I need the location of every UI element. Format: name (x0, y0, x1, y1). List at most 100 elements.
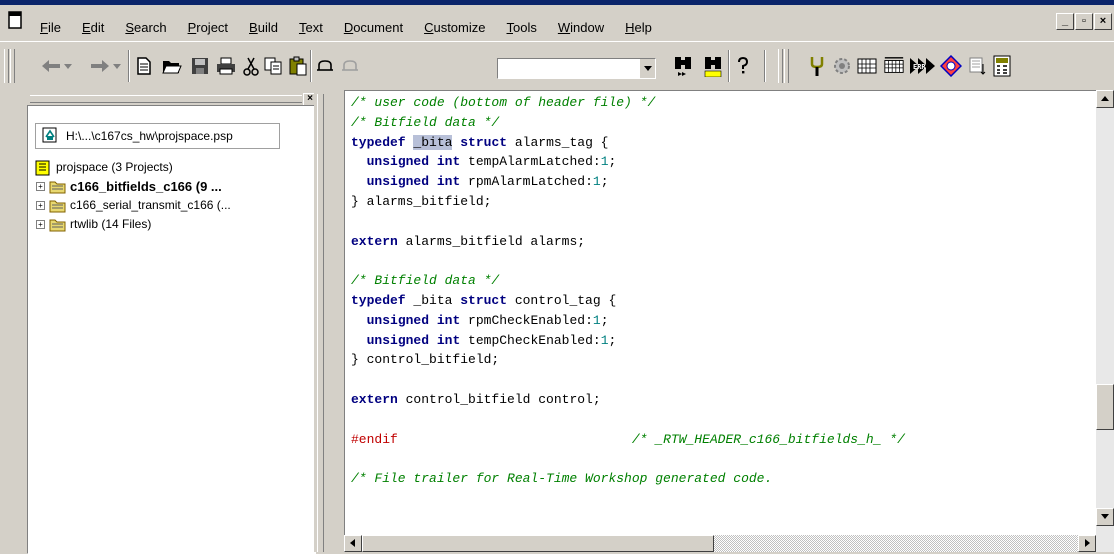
pane-grip[interactable] (30, 95, 302, 103)
scroll-left-arrow-icon[interactable] (344, 535, 362, 552)
toolbar-grip[interactable] (10, 49, 15, 83)
code-line[interactable] (351, 449, 905, 469)
menu-document[interactable]: Document (344, 20, 403, 35)
error-arrow-icon[interactable]: ERR (909, 55, 939, 77)
minimize-button[interactable]: _ (1056, 13, 1074, 30)
rebuild-grid-icon[interactable] (883, 55, 905, 77)
back-dropdown-icon[interactable] (62, 55, 74, 77)
code-line[interactable] (351, 370, 905, 390)
code-line[interactable]: typedef _bita struct alarms_tag { (351, 133, 905, 153)
print-icon[interactable] (215, 55, 237, 77)
menu-build[interactable]: Build (249, 20, 278, 35)
code-line[interactable]: /* user code (bottom of header file) */ (351, 93, 905, 113)
code-line[interactable]: } control_bitfield; (351, 350, 905, 370)
code-line[interactable]: } alarms_bitfield; (351, 192, 905, 212)
code-line[interactable]: unsigned int tempAlarmLatched:1; (351, 152, 905, 172)
close-button[interactable]: × (1094, 13, 1112, 30)
bookmark-list-icon[interactable] (966, 55, 988, 77)
menu-window[interactable]: Window (558, 20, 604, 35)
search-combo[interactable] (497, 58, 656, 79)
code-line[interactable]: unsigned int tempCheckEnabled:1; (351, 331, 905, 351)
forward-dropdown-icon[interactable] (111, 55, 123, 77)
code-line[interactable]: extern control_bitfield control; (351, 390, 905, 410)
code-editor[interactable]: /* user code (bottom of header file) *//… (344, 90, 1096, 536)
calculator-icon[interactable] (991, 55, 1013, 77)
document-icon[interactable] (8, 11, 24, 29)
code-line[interactable]: typedef _bita struct control_tag { (351, 291, 905, 311)
code-text[interactable]: /* user code (bottom of header file) *//… (351, 93, 905, 489)
redo-icon[interactable] (339, 55, 361, 77)
code-line[interactable]: #endif /* _RTW_HEADER_c166_bitfields_h_ … (351, 430, 905, 450)
new-file-icon[interactable] (133, 55, 155, 77)
menu-accelerator: H (625, 20, 635, 35)
find-replace-binoculars-icon[interactable] (702, 55, 724, 77)
vertical-scrollbar[interactable] (1096, 90, 1114, 552)
cut-scissors-icon[interactable] (240, 55, 262, 77)
menu-help[interactable]: Help (625, 20, 652, 35)
project-path-label: H:\...\c167cs_hw\projspace.psp (66, 129, 233, 143)
menu-label: dit (90, 20, 105, 35)
build-grid-icon[interactable] (856, 55, 878, 77)
menu-label: ile (47, 20, 61, 35)
toolbar-grip[interactable] (4, 49, 9, 83)
menu-text[interactable]: Text (299, 20, 323, 35)
tree-item-label: c166_serial_transmit_c166 (... (70, 198, 231, 212)
copy-icon[interactable] (262, 55, 284, 77)
project-pane: × H:\...\c167cs_hw\projspace.psp projspa… (0, 90, 331, 554)
splitter-highlight (317, 94, 318, 552)
tree-item-label: c166_bitfields_c166 (9 ... (70, 179, 222, 194)
horizontal-scrollbar[interactable] (344, 535, 1096, 552)
toolbar-separator (310, 50, 312, 82)
code-line[interactable]: /* File trailer for Real-Time Workshop g… (351, 469, 905, 489)
menu-label: ext (305, 20, 323, 35)
toolbar-grip[interactable] (784, 49, 789, 83)
menu-accelerator: E (81, 20, 91, 35)
expand-plus-icon[interactable]: + (36, 220, 45, 229)
menu-label: ools (513, 20, 537, 35)
paste-icon[interactable] (287, 55, 309, 77)
chevron-down-icon[interactable] (639, 59, 655, 78)
find-binoculars-icon[interactable] (672, 55, 694, 77)
pane-splitter[interactable] (314, 90, 344, 552)
gear-icon[interactable] (831, 55, 853, 77)
scroll-right-arrow-icon[interactable] (1078, 535, 1096, 552)
tuning-fork-icon[interactable] (806, 55, 828, 77)
scroll-down-arrow-icon[interactable] (1096, 508, 1114, 526)
menu-project[interactable]: Project (188, 20, 228, 35)
expand-plus-icon[interactable]: + (36, 182, 45, 191)
code-line[interactable]: unsigned int rpmCheckEnabled:1; (351, 311, 905, 331)
menu-tools[interactable]: Tools (507, 20, 537, 35)
code-line[interactable]: unsigned int rpmAlarmLatched:1; (351, 172, 905, 192)
menu-label: ocument (353, 20, 404, 35)
menu-file[interactable]: File (40, 20, 61, 35)
open-folder-icon[interactable] (161, 55, 183, 77)
menu-customize[interactable]: Customize (424, 20, 485, 35)
help-icon[interactable] (732, 55, 754, 77)
svg-text:ERR: ERR (913, 63, 926, 71)
target-crosshair-icon[interactable] (940, 55, 962, 77)
vertical-scroll-thumb[interactable] (1096, 384, 1114, 430)
code-line[interactable]: /* Bitfield data */ (351, 113, 905, 133)
project-file-tab[interactable]: H:\...\c167cs_hw\projspace.psp (35, 123, 280, 149)
menu-search[interactable]: Search (125, 20, 166, 35)
menu-label: indow (570, 20, 605, 35)
forward-arrow-icon[interactable] (89, 55, 111, 77)
menu-label: earch (134, 20, 167, 35)
menu-edit[interactable]: Edit (82, 20, 104, 35)
code-line[interactable] (351, 251, 905, 271)
scroll-up-arrow-icon[interactable] (1096, 90, 1114, 108)
undo-icon[interactable] (314, 55, 336, 77)
back-arrow-icon[interactable] (40, 55, 62, 77)
menu-accelerator: W (557, 20, 571, 35)
save-disk-icon[interactable] (189, 55, 211, 77)
code-line[interactable]: /* Bitfield data */ (351, 271, 905, 291)
project-pane-header[interactable]: × (0, 90, 331, 106)
horizontal-scroll-thumb[interactable] (362, 535, 714, 552)
restore-button[interactable]: ▫ (1075, 13, 1093, 30)
code-line[interactable]: extern alarms_bitfield alarms; (351, 232, 905, 252)
code-line[interactable] (351, 410, 905, 430)
code-line[interactable] (351, 212, 905, 232)
toolbar-grip[interactable] (778, 49, 783, 83)
expand-plus-icon[interactable]: + (36, 201, 45, 210)
menu-bar: File Edit Search Project Build Text Document Cu… (0, 0, 1114, 40)
